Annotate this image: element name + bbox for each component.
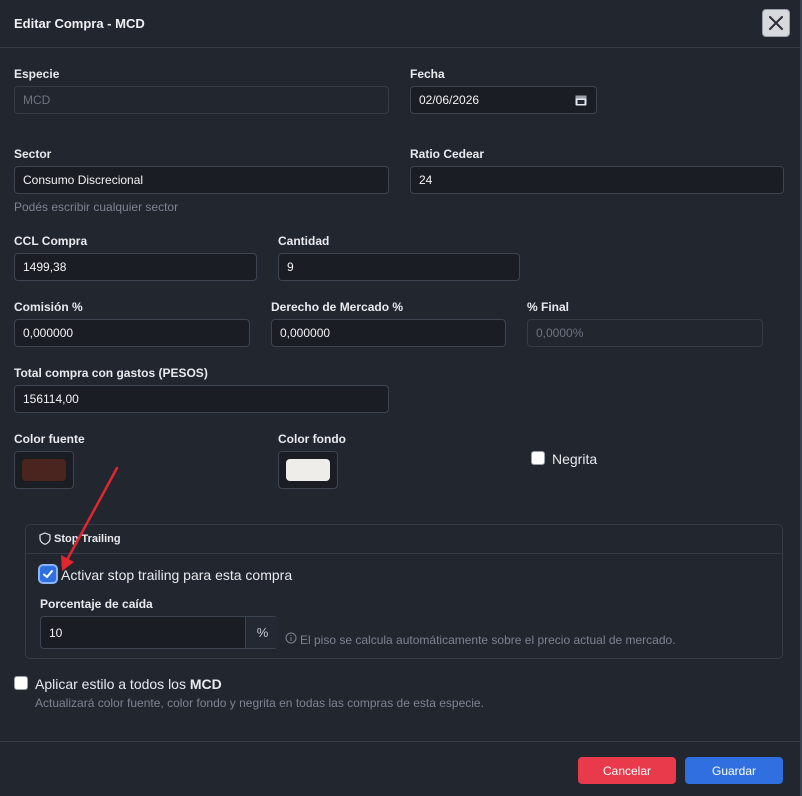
sector-help: Podés escribir cualquier sector bbox=[14, 200, 179, 214]
apply-style-checkbox[interactable] bbox=[14, 676, 28, 690]
footer-divider bbox=[0, 741, 800, 742]
comision-field[interactable]: 0,000000 bbox=[14, 319, 250, 347]
apply-style-label-prefix: Aplicar estilo a todos los bbox=[35, 676, 190, 692]
fecha-field[interactable]: 02/06/2026 bbox=[410, 86, 597, 114]
percent-input-group[interactable]: 10 % bbox=[40, 616, 279, 649]
especie-label: Especie bbox=[14, 67, 60, 81]
stop-trailing-info: El piso se calcula automáticamente sobre… bbox=[300, 633, 676, 647]
final-label: % Final bbox=[527, 300, 570, 314]
close-icon bbox=[769, 16, 783, 30]
ccl-label: CCL Compra bbox=[14, 234, 88, 248]
total-label: Total compra con gastos (PESOS) bbox=[14, 366, 208, 380]
ratio-field[interactable]: 24 bbox=[410, 166, 784, 194]
derecho-label: Derecho de Mercado % bbox=[271, 300, 404, 314]
derecho-field[interactable]: 0,000000 bbox=[271, 319, 506, 347]
color-fuente-label: Color fuente bbox=[14, 432, 85, 446]
especie-field: MCD bbox=[14, 86, 389, 114]
comision-label: Comisión % bbox=[14, 300, 83, 314]
apply-style-label: Aplicar estilo a todos los MCD bbox=[35, 676, 222, 692]
close-button[interactable] bbox=[762, 9, 790, 37]
apply-style-label-especie: MCD bbox=[189, 676, 222, 692]
color-fondo-picker[interactable] bbox=[278, 451, 338, 489]
modal-header: Editar Compra - MCD bbox=[0, 0, 800, 48]
info-icon bbox=[285, 632, 297, 644]
fecha-label: Fecha bbox=[410, 67, 445, 81]
shield-icon bbox=[39, 532, 51, 545]
color-fondo-label: Color fondo bbox=[278, 432, 346, 446]
negrita-label: Negrita bbox=[552, 451, 598, 467]
arrow-annotation bbox=[61, 466, 119, 571]
percent-suffix: % bbox=[245, 617, 279, 648]
color-fondo-swatch bbox=[286, 459, 330, 481]
cantidad-field[interactable]: 9 bbox=[278, 253, 520, 281]
stop-trailing-header: Stop Trailing bbox=[26, 525, 782, 554]
calendar-icon[interactable] bbox=[575, 94, 587, 106]
stop-trailing-checkbox[interactable] bbox=[40, 566, 56, 582]
final-field: 0,0000% bbox=[527, 319, 763, 347]
percent-value: 10 bbox=[49, 626, 63, 640]
ccl-field[interactable]: 1499,38 bbox=[14, 253, 257, 281]
cancel-button[interactable]: Cancelar bbox=[578, 757, 676, 784]
check-icon bbox=[43, 570, 53, 578]
edit-purchase-modal: Editar Compra - MCD Especie MCD Fecha 02… bbox=[0, 0, 801, 796]
sector-label: Sector bbox=[14, 147, 52, 161]
apply-style-help: Actualizará color fuente, color fondo y … bbox=[35, 696, 484, 710]
sector-field[interactable]: Consumo Discrecional bbox=[14, 166, 389, 194]
fecha-value: 02/06/2026 bbox=[419, 93, 480, 107]
save-button[interactable]: Guardar bbox=[685, 757, 783, 784]
modal-title: Editar Compra - MCD bbox=[14, 16, 145, 31]
total-field[interactable]: 156114,00 bbox=[14, 385, 389, 413]
cantidad-label: Cantidad bbox=[278, 234, 330, 248]
negrita-checkbox[interactable] bbox=[531, 451, 545, 465]
ratio-label: Ratio Cedear bbox=[410, 147, 485, 161]
percent-label: Porcentaje de caída bbox=[40, 597, 153, 611]
